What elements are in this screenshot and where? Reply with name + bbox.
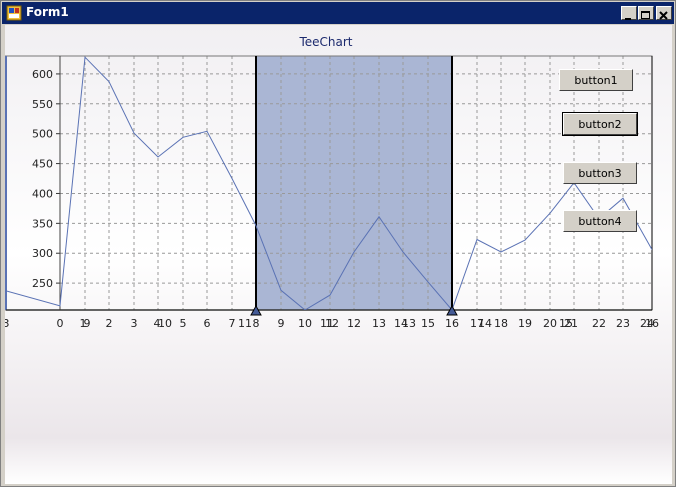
x-tick-label: 12 <box>325 317 339 330</box>
title-bar[interactable]: Form1 <box>2 2 674 24</box>
x-tick-label: 15 <box>421 317 435 330</box>
app-icon[interactable] <box>6 5 22 21</box>
button3[interactable]: button3 <box>563 162 637 184</box>
button4[interactable]: button4 <box>563 210 637 232</box>
maximize-icon <box>641 11 650 19</box>
x-tick-label: 10 <box>158 317 172 330</box>
chart-title: TeeChart <box>298 35 352 49</box>
y-tick-label: 600 <box>32 68 53 81</box>
y-tick-label: 300 <box>32 247 53 260</box>
x-tick-label: 13 <box>402 317 416 330</box>
button1[interactable]: button1 <box>559 69 633 91</box>
x-tick-label: 3 <box>131 317 138 330</box>
x-tick-label: 3 <box>5 317 10 330</box>
x-tick-label: 18 <box>494 317 508 330</box>
x-tick-label: 13 <box>372 317 386 330</box>
y-tick-label: 250 <box>32 277 53 290</box>
x-tick-label: 2 <box>106 317 113 330</box>
x-tick-label: 12 <box>347 317 361 330</box>
x-tick-label: 23 <box>616 317 630 330</box>
y-tick-label: 450 <box>32 158 53 171</box>
x-tick-label: 6 <box>204 317 211 330</box>
x-tick-label: 9 <box>278 317 285 330</box>
x-tick-label: 22 <box>592 317 606 330</box>
x-tick-label: 8 <box>253 317 260 330</box>
window-title: Form1 <box>26 5 69 19</box>
x-tick-label: 11 <box>238 317 252 330</box>
x-tick-label: 21 <box>564 317 578 330</box>
x-tick-label: 14 <box>478 317 492 330</box>
minimize-button[interactable] <box>621 6 637 20</box>
x-tick-label: 9 <box>84 317 91 330</box>
x-tick-label: 0 <box>57 317 64 330</box>
x-tick-label: 5 <box>180 317 187 330</box>
maximize-button[interactable] <box>638 6 654 20</box>
x-tick-label: 16 <box>445 317 459 330</box>
x-tick-label: 20 <box>543 317 557 330</box>
x-tick-label: 19 <box>518 317 532 330</box>
y-tick-label: 350 <box>32 217 53 230</box>
x-tick-label: 10 <box>298 317 312 330</box>
minimize-icon <box>625 18 631 20</box>
button2[interactable]: button2 <box>562 112 638 136</box>
close-icon <box>659 11 668 20</box>
y-tick-label: 500 <box>32 128 53 141</box>
chart-area[interactable]: TeeChart 250 300 350 400 450 500 550 600 3 0 1 9 2 3 4… <box>5 25 672 484</box>
form-window: Form1 TeeChart 250 300 350 400 450 500 550 600 3… <box>0 0 676 487</box>
chart-svg[interactable]: TeeChart 2503003504004505005506003 0 19 2 3 4… <box>5 25 672 484</box>
plot-area[interactable]: 2503003504004505005506003 0 19 2 3 410 5 6 7 11 8 9… <box>5 55 672 330</box>
close-button[interactable] <box>656 6 672 20</box>
y-tick-label: 400 <box>32 187 53 200</box>
x-tick-label: 7 <box>229 317 236 330</box>
y-tick-label: 550 <box>32 98 53 111</box>
x-tick-label: 16 <box>645 317 659 330</box>
